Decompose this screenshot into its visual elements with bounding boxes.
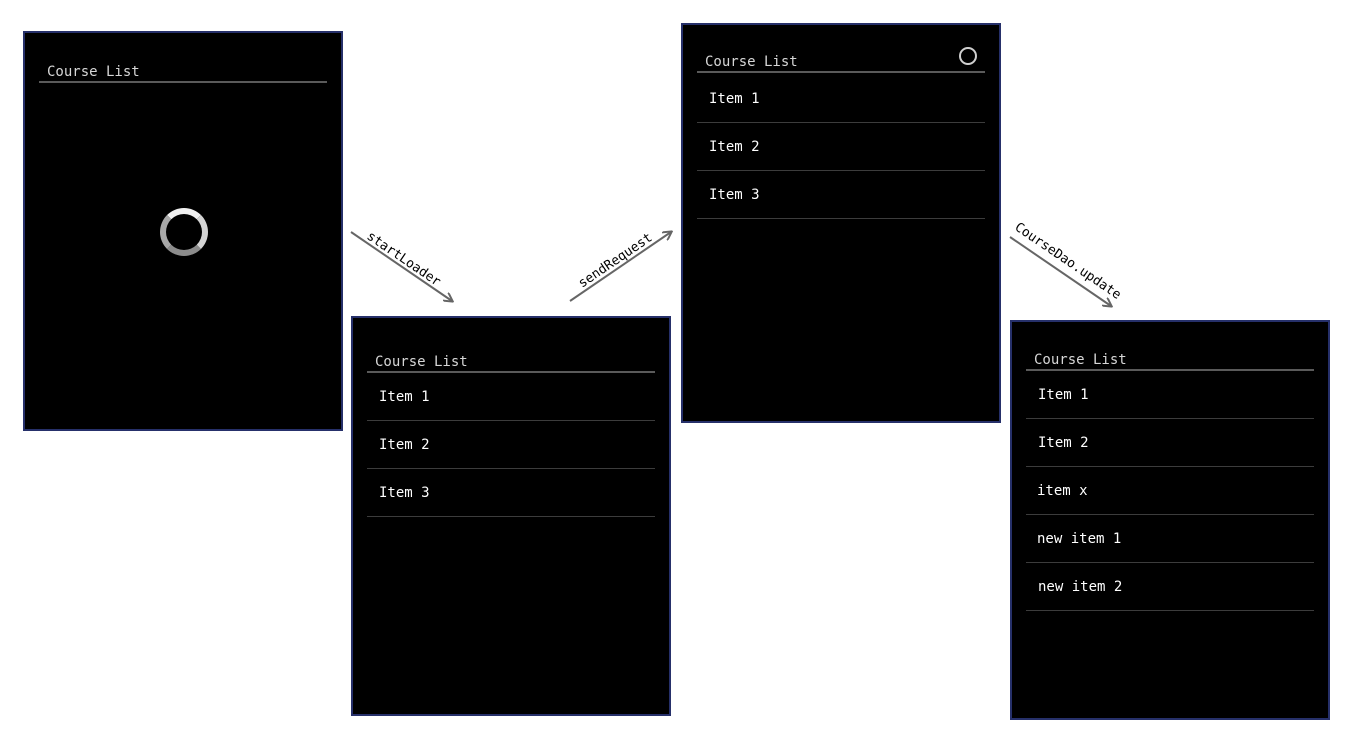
transition-label-send-request: sendRequest <box>576 230 656 291</box>
transition-label-start-loader: startLoader <box>364 229 444 290</box>
transition-arrows: startLoader sendRequest CourseDao.update <box>350 220 1124 743</box>
transition-label-course-dao-update: CourseDao.update <box>1012 220 1124 303</box>
